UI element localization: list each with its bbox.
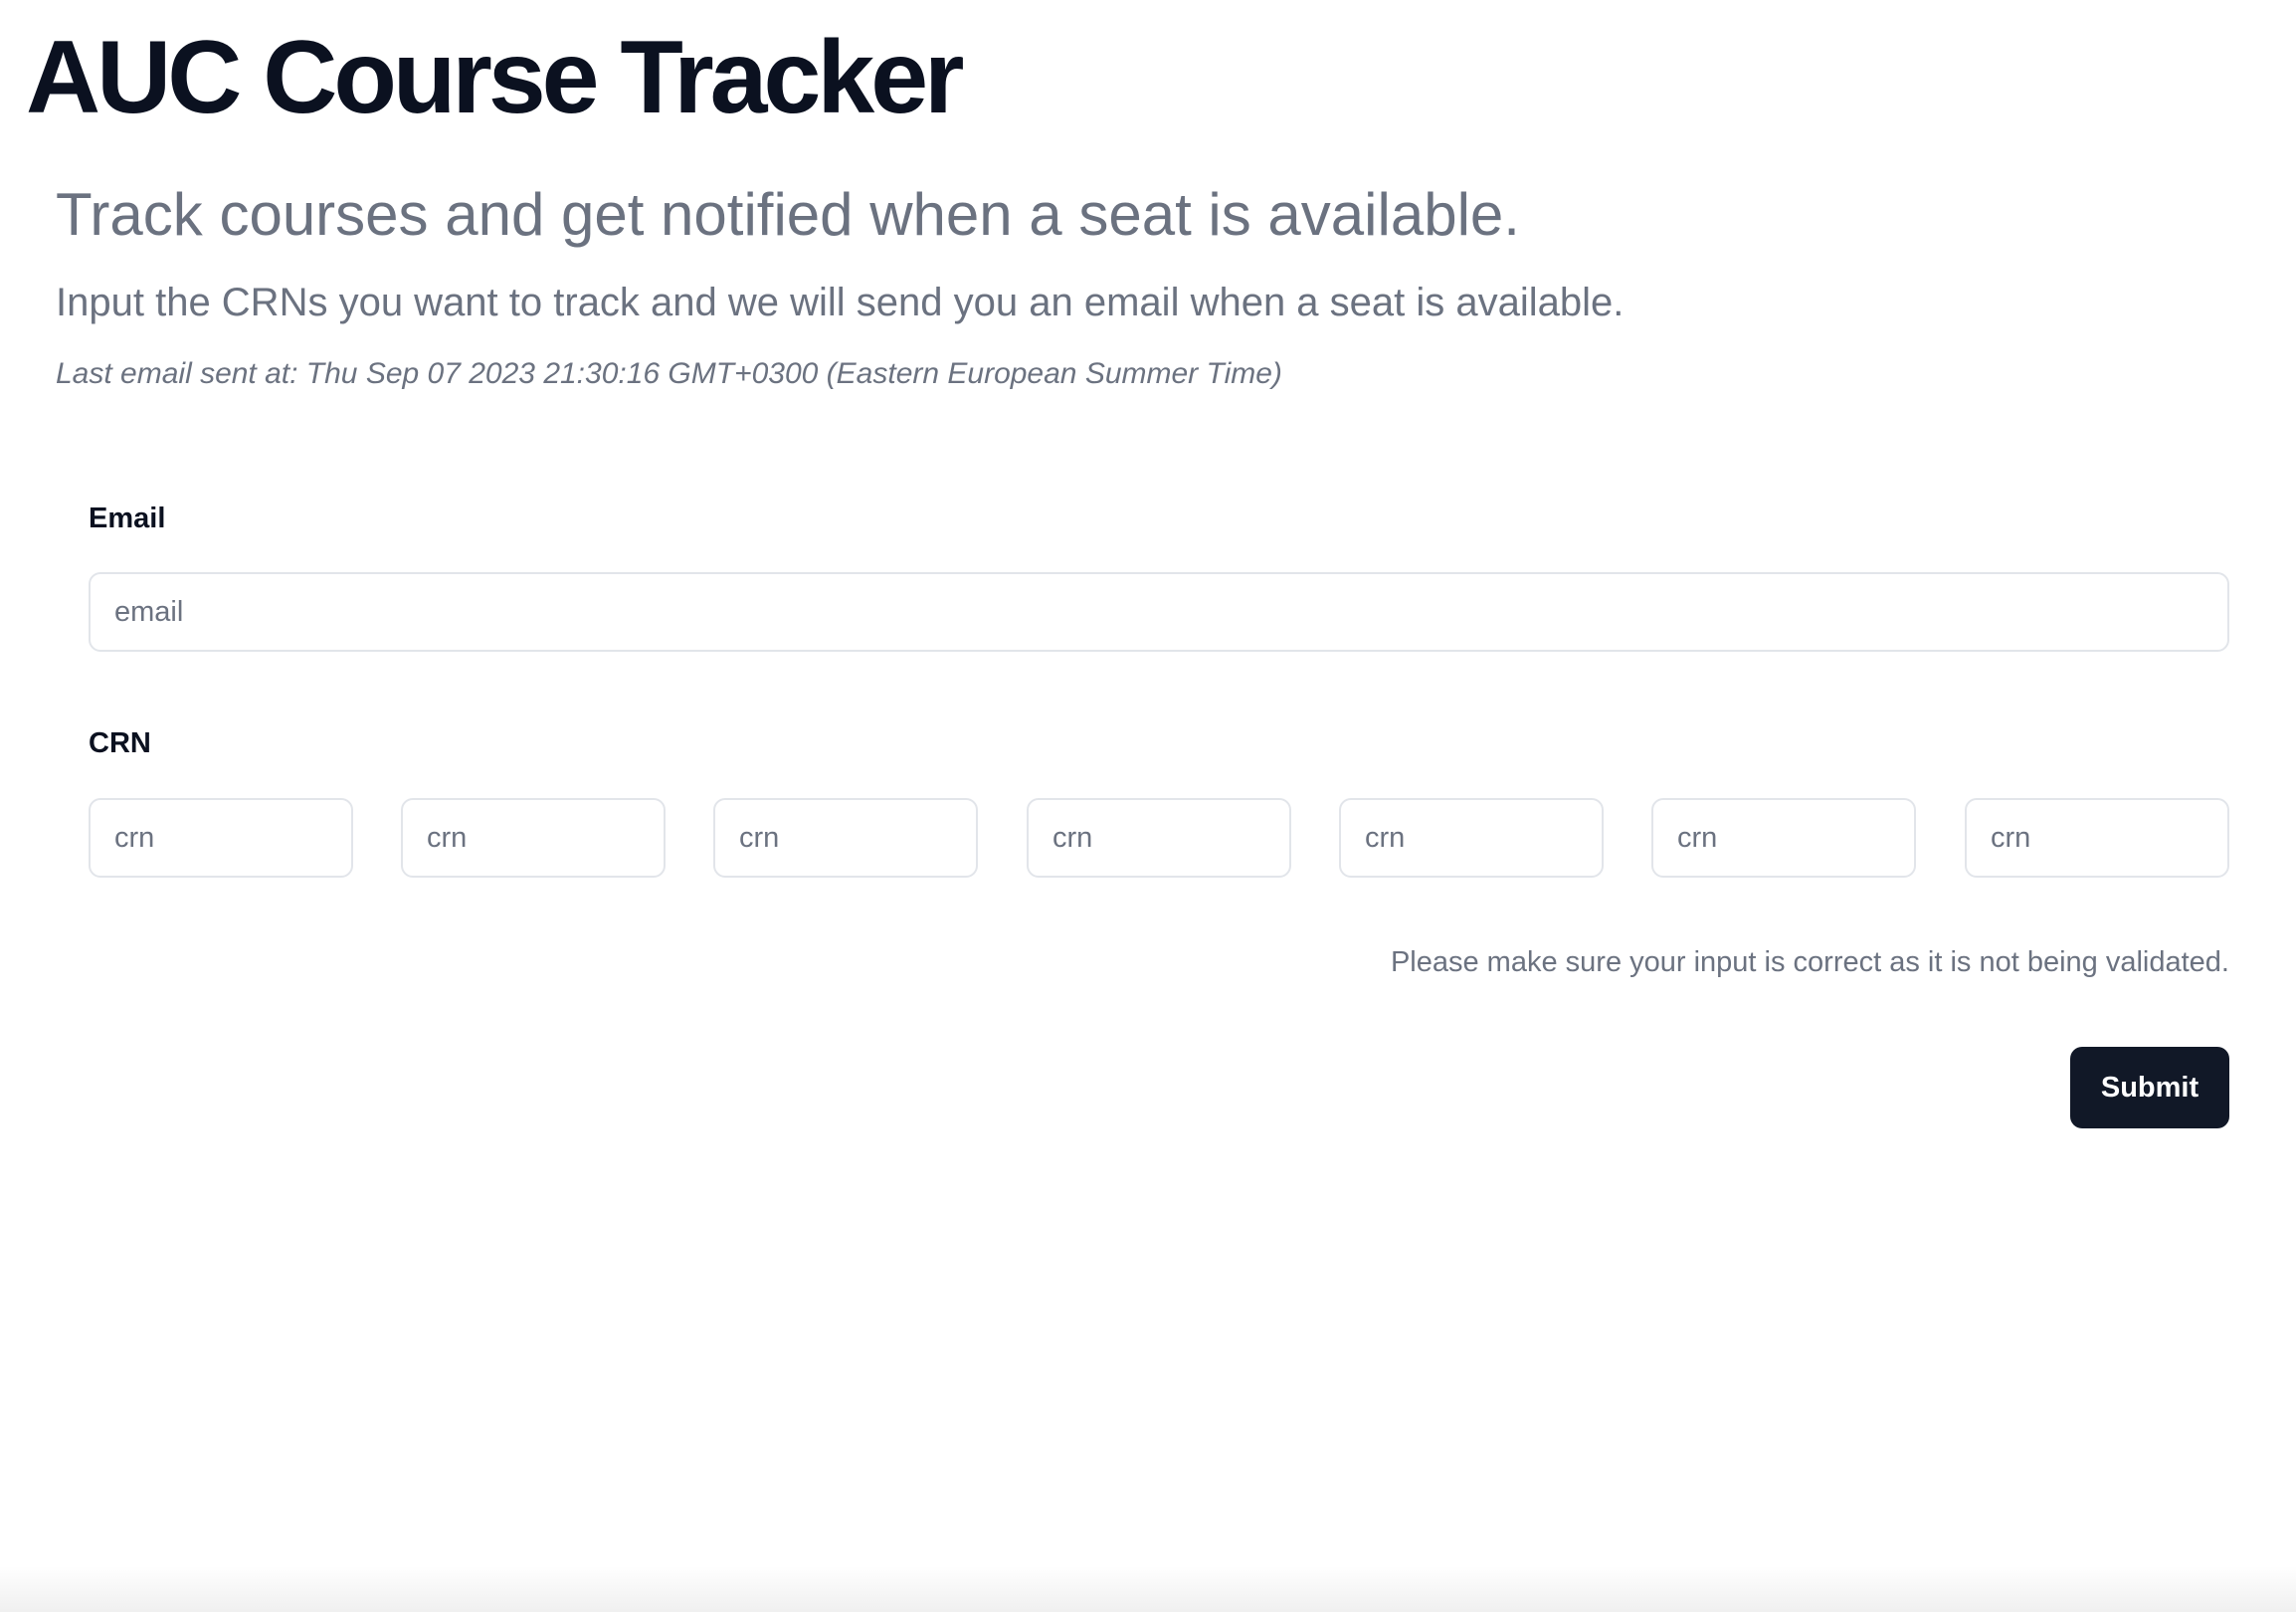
crn-input-6[interactable] [1651, 798, 1916, 878]
crn-input-4[interactable] [1027, 798, 1291, 878]
page: AUC Course Tracker Track courses and get… [0, 0, 2296, 1612]
page-description: Input the CRNs you want to track and we … [56, 281, 1625, 324]
email-label: Email [89, 503, 166, 534]
submit-button[interactable]: Submit [2070, 1047, 2229, 1128]
page-headline: Track courses and get notified when a se… [56, 181, 1520, 248]
crn-inputs-row [89, 798, 2229, 878]
crn-input-7[interactable] [1965, 798, 2229, 878]
email-input[interactable] [89, 572, 2229, 652]
crn-input-3[interactable] [713, 798, 978, 878]
validation-note: Please make sure your input is correct a… [1390, 946, 2229, 978]
crn-input-2[interactable] [401, 798, 666, 878]
crn-input-5[interactable] [1339, 798, 1604, 878]
app-title: AUC Course Tracker [26, 20, 965, 135]
crn-label: CRN [89, 727, 151, 759]
crn-input-1[interactable] [89, 798, 353, 878]
last-email-timestamp: Last email sent at: Thu Sep 07 2023 21:3… [56, 357, 1282, 390]
bottom-shadow [0, 1566, 2296, 1612]
